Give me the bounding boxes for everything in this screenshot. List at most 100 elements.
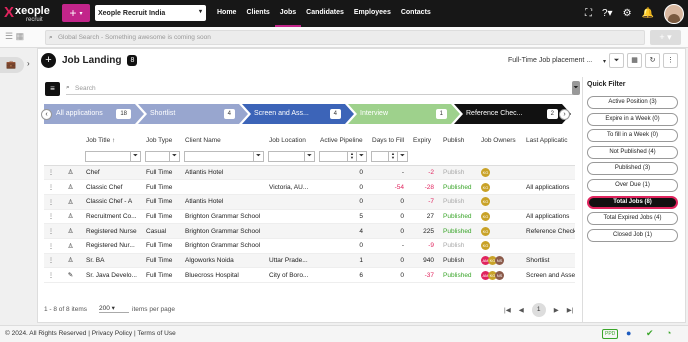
nav-clients[interactable]: Clients [241, 0, 274, 27]
cell-job-title[interactable]: Sr. Java Develo... [83, 267, 143, 283]
filter-active-pipeline[interactable]: ▲ ▼ ⏷ [319, 150, 367, 162]
filter-icon[interactable]: ⏷ [169, 150, 180, 162]
table-row[interactable]: ⋮ ♙ Classic Chef Full Time Victoria, AU... 0-… [44, 179, 575, 195]
briefcase-icon[interactable]: 💼 [0, 57, 24, 73]
quick-filter-item[interactable]: Not Published (4) [587, 145, 678, 159]
user-status-icon[interactable]: ● [626, 328, 631, 338]
row-menu-icon[interactable]: ⋮ [44, 194, 58, 210]
nav-jobs[interactable]: Jobs [274, 0, 302, 27]
quick-filter-item[interactable]: Over Due (1) [587, 179, 678, 192]
page-number[interactable]: 1 [531, 303, 546, 317]
filter-job-title[interactable]: ⏷ [85, 150, 141, 162]
row-menu-icon[interactable]: ⋮ [44, 238, 58, 254]
filter-days-to-fill[interactable]: ▲ ▼ ⏷ [371, 150, 408, 162]
privacy-link[interactable]: Privacy Policy [92, 330, 132, 337]
filter-job-type[interactable]: ⏷ [145, 150, 180, 162]
quick-add-button[interactable]: + ▾ [62, 4, 90, 22]
table-row[interactable]: ⋮ ♙ Registered Nurse Casual Brighton Grammar… [44, 223, 575, 239]
row-menu-icon[interactable]: ⋮ [44, 165, 58, 181]
col-expiry[interactable]: Expiry [410, 132, 440, 148]
table-row[interactable]: ⋮ ♙ Classic Chef - A Full Time Atlantis Hote… [44, 194, 575, 210]
cell-publish[interactable]: Publish [440, 238, 478, 254]
quick-filter-item[interactable]: Total Expired Jobs (4) [587, 212, 678, 226]
col-job-type[interactable]: Job Type [143, 132, 182, 148]
quick-filter-item[interactable]: Closed Job (1) [587, 228, 678, 242]
stages-prev-icon[interactable]: ‹ [41, 109, 52, 120]
row-menu-icon[interactable]: ⋮ [44, 179, 58, 195]
organization-select[interactable]: Xeople Recruit India ▾ [95, 5, 206, 21]
fullscreen-icon[interactable]: ⛶ [585, 8, 592, 19]
stages-next-icon[interactable]: › [559, 109, 570, 120]
filter-client-name[interactable]: ⏷ [184, 150, 264, 162]
row-menu-icon[interactable]: ⋮ [44, 253, 58, 269]
cell-job-title[interactable]: Classic Chef [83, 179, 143, 195]
col-publish[interactable]: Publish [440, 132, 478, 148]
cell-job-title[interactable]: Registered Nur... [83, 238, 143, 254]
col-last-application[interactable]: Last Applicatic [523, 132, 575, 148]
nav-contacts[interactable]: Contacts [396, 0, 436, 27]
more-icon[interactable]: ⋮ [663, 53, 678, 68]
stage-reference-check[interactable]: Reference Chec... 2 [454, 104, 571, 124]
row-menu-icon[interactable]: ⋮ [44, 209, 58, 225]
filter-icon[interactable]: ⏷ [356, 150, 367, 162]
cell-publish[interactable]: Published [440, 223, 478, 239]
filter-icon[interactable]: ⏷ [304, 150, 315, 162]
row-menu-icon[interactable]: ⋮ [44, 267, 58, 283]
quick-filter-item[interactable]: Active Position (3) [587, 96, 678, 109]
table-row[interactable]: ⋮ ♙ Chef Full Time Atlantis Hotel 0- -2 Publish… [44, 165, 575, 181]
add-job-button[interactable]: + [41, 53, 56, 68]
app-logo[interactable]: X xeople recruit [4, 3, 54, 24]
last-page-icon[interactable]: ▶| [567, 306, 574, 314]
prev-page-icon[interactable]: ◀ [519, 306, 524, 314]
next-page-icon[interactable]: ▶ [554, 306, 559, 314]
nav-home[interactable]: Home [212, 0, 241, 27]
page-size-select[interactable]: 200 ▾ [99, 304, 129, 313]
expand-sidebar-icon[interactable]: › [27, 59, 30, 68]
table-row[interactable]: ⋮ ♙ Registered Nur... Full Time Brighton Gra… [44, 238, 575, 254]
quick-filter-item[interactable]: Published (3) [587, 162, 678, 176]
cell-publish[interactable]: Publish [440, 165, 478, 181]
nav-employees[interactable]: Employees [349, 0, 396, 27]
quick-filter-item[interactable]: Total Jobs (8) [587, 195, 678, 209]
check-icon[interactable]: ✔ [646, 328, 654, 339]
spinner-icon[interactable]: ▲ ▼ [347, 150, 356, 162]
refresh-icon[interactable]: ↻ [645, 53, 660, 68]
filter-icon[interactable]: ⏷ [130, 150, 141, 162]
nav-candidates[interactable]: Candidates [301, 0, 349, 27]
cell-job-title[interactable]: Sr. BA [83, 253, 143, 269]
terms-link[interactable]: Terms of Use [137, 330, 175, 337]
notifications-icon[interactable]: 🔔 [642, 8, 654, 19]
stage-shortlist[interactable]: Shortlist 4 [138, 104, 248, 124]
cell-job-title[interactable]: Registered Nurse [83, 223, 143, 239]
settings-icon[interactable]: ⚙ [623, 8, 632, 19]
quick-filter-item[interactable]: Expire in a Week (0) [587, 112, 678, 126]
col-job-owners[interactable]: Job Owners [478, 132, 523, 148]
view-select[interactable]: Full-Time Job placement ... ▾ [508, 57, 606, 65]
list-view-icon[interactable]: ☰ ▦ [5, 31, 24, 42]
cell-job-title[interactable]: Classic Chef - A [83, 194, 143, 210]
quick-filter-toggle[interactable]: ⏷ [572, 81, 580, 95]
cell-publish[interactable]: Published [440, 267, 478, 283]
cell-publish[interactable]: Published [440, 209, 478, 225]
col-job-title[interactable]: Job Title ↑ [83, 132, 143, 148]
avatar[interactable] [664, 3, 684, 24]
table-row[interactable]: ⋮ ♙ Sr. BA Full Time Algoworks Noida Uttar Pr… [44, 253, 575, 269]
filter-icon[interactable]: ⏷ [397, 150, 408, 162]
global-search-input[interactable]: ⌕ Global Search - Something awesome is co… [45, 30, 645, 45]
table-row[interactable]: ⋮ ✎ Sr. Java Develo... Full Time Bluecross H… [44, 267, 575, 283]
stage-interview[interactable]: Interview 1 [348, 104, 460, 124]
cell-publish[interactable]: Publish [440, 253, 478, 269]
cell-publish[interactable]: Published [440, 179, 478, 195]
search-input[interactable]: ⌕ Search [66, 84, 573, 95]
col-days-to-fill[interactable]: Days to Fill [369, 132, 410, 148]
col-job-location[interactable]: Job Location [266, 132, 317, 148]
quick-filter-item[interactable]: To fill in a Week (0) [587, 129, 678, 143]
cell-publish[interactable]: Publish [440, 194, 478, 210]
filter-menu-button[interactable]: ≡ [45, 82, 60, 96]
add-button[interactable]: + ▾ [650, 30, 681, 45]
col-client-name[interactable]: Client Name [182, 132, 266, 148]
spinner-icon[interactable]: ▲ ▼ [388, 150, 397, 162]
cell-job-title[interactable]: Recruitment Co... [83, 209, 143, 225]
columns-icon[interactable]: ▦ [627, 53, 642, 68]
row-menu-icon[interactable]: ⋮ [44, 223, 58, 239]
